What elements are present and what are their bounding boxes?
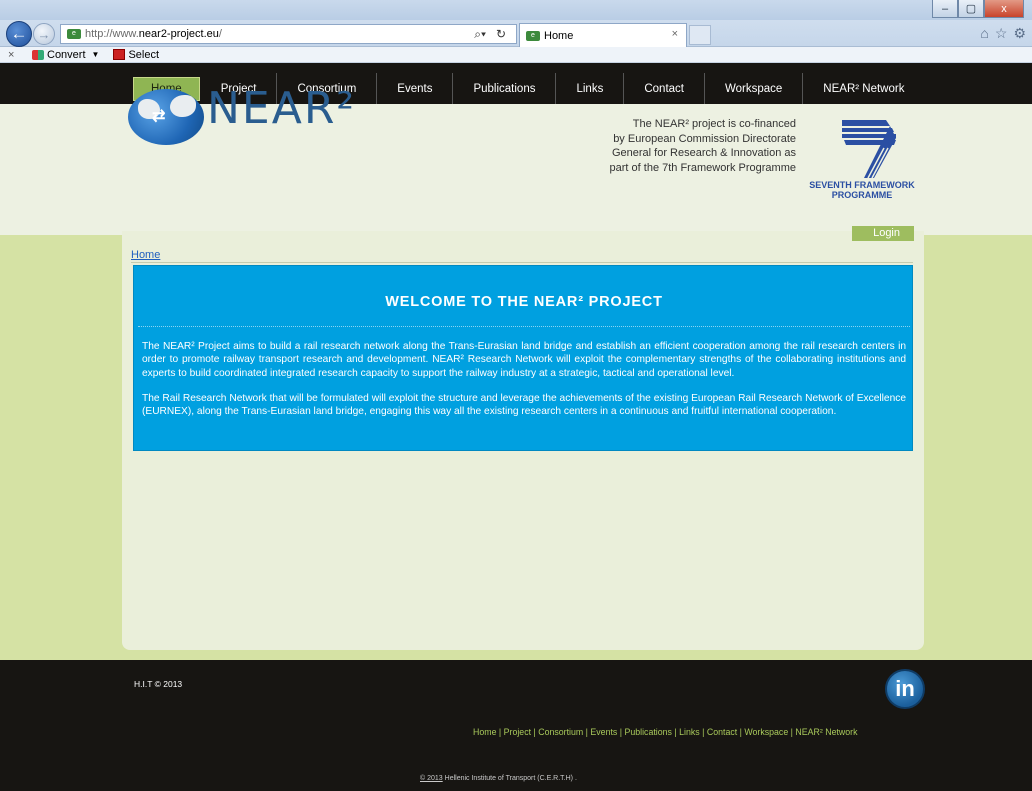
fp7-label-line1: SEVENTH FRAMEWORK [809, 180, 915, 190]
convert-icon [32, 49, 44, 60]
url-prefix: http://www. [85, 28, 139, 40]
welcome-box: WELCOME TO THE NEAR² PROJECT The NEAR² P… [133, 265, 913, 451]
linkedin-icon[interactable]: in [885, 669, 925, 709]
close-window-button[interactable]: x [984, 0, 1024, 18]
footer-link-contact[interactable]: Contact [707, 727, 737, 737]
footer-link-project[interactable]: Project [504, 727, 531, 737]
new-tab-button[interactable] [689, 25, 711, 45]
breadcrumb-divider [131, 262, 913, 263]
favorites-star-icon[interactable]: ☆ [995, 25, 1008, 42]
nav-contact[interactable]: Contact [624, 73, 705, 104]
chevron-down-icon[interactable]: ▼ [92, 50, 100, 59]
footer-credit-year-link[interactable]: © 2013 [420, 775, 443, 782]
nav-events[interactable]: Events [377, 73, 454, 104]
footer-credit: © 2013 Hellenic Institute of Transport (… [420, 775, 577, 782]
cofinance-notice: The NEAR² project is co-financed by Euro… [609, 118, 796, 174]
nav-workspace[interactable]: Workspace [705, 73, 804, 104]
browser-chrome: – ▢ x ← → e http://www. near2-project.eu /… [0, 0, 1032, 47]
maximize-button[interactable]: ▢ [958, 0, 984, 18]
fp7-label-line2: PROGRAMME [831, 190, 893, 200]
title-bar: – ▢ x [0, 0, 1032, 20]
site-top-strip [0, 63, 1032, 73]
minimize-button[interactable]: – [932, 0, 958, 18]
gear-icon[interactable]: ⚙ [1013, 25, 1026, 42]
tab-close-icon[interactable]: × [672, 28, 678, 40]
window-controls: – ▢ x [932, 0, 1024, 18]
back-button[interactable]: ← [6, 21, 32, 47]
welcome-paragraph-2: The Rail Research Network that will be f… [142, 393, 906, 418]
tab-favicon-icon: e [526, 30, 540, 41]
address-bar[interactable]: e http://www. near2-project.eu / ⌕▾ ↻ [60, 24, 517, 44]
site-favicon-icon: e [67, 29, 81, 39]
nav-near2-network[interactable]: NEAR² Network [803, 73, 924, 104]
footer-link-workspace[interactable]: Workspace [744, 727, 788, 737]
welcome-title: WELCOME TO THE NEAR² PROJECT [385, 294, 663, 310]
nav-links[interactable]: Links [556, 73, 625, 104]
footer-link-publications[interactable]: Publications [625, 727, 672, 737]
fp7-seven-icon [842, 120, 896, 179]
globe-logo-icon[interactable]: ⇄ [128, 89, 204, 145]
search-icon[interactable]: ⌕▾ [474, 27, 486, 42]
close-toolbar-icon[interactable]: × [8, 49, 26, 61]
select-button[interactable]: Select [128, 49, 159, 61]
refresh-icon[interactable]: ↻ [496, 27, 506, 41]
footer-link-near2-network[interactable]: NEAR² Network [795, 727, 857, 737]
url-suffix: / [218, 28, 222, 40]
footer-credit-text: Hellenic Institute of Transport (C.E.R.T… [442, 775, 577, 782]
forward-button[interactable]: → [33, 23, 55, 45]
footer-link-links[interactable]: Links [679, 727, 700, 737]
nav-publications[interactable]: Publications [453, 73, 557, 104]
select-icon [113, 49, 126, 60]
footer-link-consortium[interactable]: Consortium [538, 727, 583, 737]
fp7-logo: SEVENTH FRAMEWORK PROGRAMME [804, 118, 920, 206]
breadcrumb[interactable]: Home [131, 249, 160, 261]
welcome-paragraph-1: The NEAR² Project aims to build a rail r… [142, 341, 906, 379]
convert-button[interactable]: Convert [47, 49, 86, 61]
login-button[interactable]: Login [852, 226, 914, 241]
footer-link-home[interactable]: Home [473, 727, 496, 737]
footer-copyright: H.I.T © 2013 [134, 679, 183, 689]
tab-title: Home [544, 29, 574, 42]
browser-toolbar-icons: ⌂ ☆ ⚙ [980, 25, 1026, 42]
home-icon[interactable]: ⌂ [980, 25, 988, 42]
welcome-divider [138, 326, 910, 327]
browser-tab[interactable]: e Home × [519, 23, 687, 47]
command-bar: × Convert ▼ Select [0, 47, 1032, 63]
footer-link-events[interactable]: Events [590, 727, 617, 737]
footer-links: Home | Project | Consortium | Events | P… [473, 727, 858, 737]
site-logo-text[interactable]: NEAR² [207, 83, 356, 134]
url-domain: near2-project.eu [138, 28, 219, 40]
